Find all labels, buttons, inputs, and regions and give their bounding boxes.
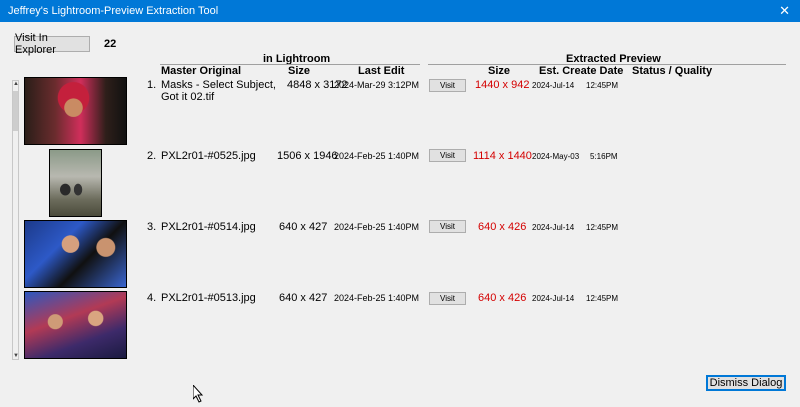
last-edit: 2024-Feb-25 1:40PM xyxy=(334,222,420,232)
thumbnail-row-2 xyxy=(49,149,102,217)
dialog-body: Visit In Explorer 22 in Lightroom Extrac… xyxy=(0,22,800,405)
create-time: 12:45PM xyxy=(586,294,619,303)
vertical-scrollbar[interactable]: ▲ ▼ xyxy=(12,80,19,360)
scroll-thumb[interactable] xyxy=(13,91,18,131)
create-time: 12:45PM xyxy=(586,223,619,232)
create-date: 2024-Jul-14 xyxy=(532,81,575,90)
original-size: 640 x 427 xyxy=(279,221,328,233)
row-index: 4. xyxy=(147,292,157,304)
title-bar: Jeffrey's Lightroom-Preview Extraction T… xyxy=(0,0,800,22)
master-original-name: PXL2r01-#0513.jpg xyxy=(161,292,256,304)
column-preview-size: Size xyxy=(488,65,511,77)
visit-button[interactable]: Visit xyxy=(429,292,466,305)
create-date: 2024-May-03 xyxy=(532,152,580,161)
original-size: 1506 x 1946 xyxy=(277,150,338,162)
thumbnail-row-1 xyxy=(24,77,127,145)
thumbnail-row-3 xyxy=(24,220,127,288)
preview-size: 640 x 426 xyxy=(478,292,527,304)
item-count: 22 xyxy=(104,38,117,50)
column-status-quality: Status / Quality xyxy=(632,65,713,77)
master-original-name: PXL2r01-#0514.jpg xyxy=(161,221,256,233)
create-time: 5:16PM xyxy=(590,152,618,161)
master-original-name: PXL2r01-#0525.jpg xyxy=(161,150,256,162)
scroll-down-icon[interactable]: ▼ xyxy=(13,352,19,360)
thumbnail-row-4 xyxy=(24,291,127,359)
original-size: 640 x 427 xyxy=(279,292,328,304)
master-original-name: Masks - Select Subject, xyxy=(161,79,276,91)
row-index: 3. xyxy=(147,221,157,233)
master-original-name-line2: Got it 02.tif xyxy=(161,91,215,103)
scroll-up-icon[interactable]: ▲ xyxy=(13,80,19,88)
last-edit: 2024-Feb-25 1:40PM xyxy=(334,293,420,303)
visit-button[interactable]: Visit xyxy=(429,220,466,233)
column-est-create-date: Est. Create Date xyxy=(539,65,624,77)
dismiss-dialog-button[interactable]: Dismiss Dialog xyxy=(706,375,786,391)
visit-in-explorer-button[interactable]: Visit In Explorer xyxy=(14,32,90,56)
row-index: 1. xyxy=(147,79,157,91)
window-title: Jeffrey's Lightroom-Preview Extraction T… xyxy=(8,5,219,17)
column-master-original: Master Original xyxy=(161,65,242,77)
create-time: 12:45PM xyxy=(586,81,619,90)
create-date: 2024-Jul-14 xyxy=(532,223,575,232)
column-size: Size xyxy=(288,65,311,77)
preview-size: 1440 x 942 xyxy=(475,79,530,91)
column-last-edit: Last Edit xyxy=(358,65,405,77)
visit-button[interactable]: Visit xyxy=(429,79,466,92)
last-edit: 2024-Mar-29 3:12PM xyxy=(334,80,420,90)
preview-size: 1114 x 1440 xyxy=(473,150,532,162)
visit-button[interactable]: Visit xyxy=(429,149,466,162)
row-index: 2. xyxy=(147,150,157,162)
last-edit: 2024-Feb-25 1:40PM xyxy=(334,151,420,161)
preview-size: 640 x 426 xyxy=(478,221,527,233)
close-icon[interactable]: ✕ xyxy=(779,3,790,19)
create-date: 2024-Jul-14 xyxy=(532,294,575,303)
